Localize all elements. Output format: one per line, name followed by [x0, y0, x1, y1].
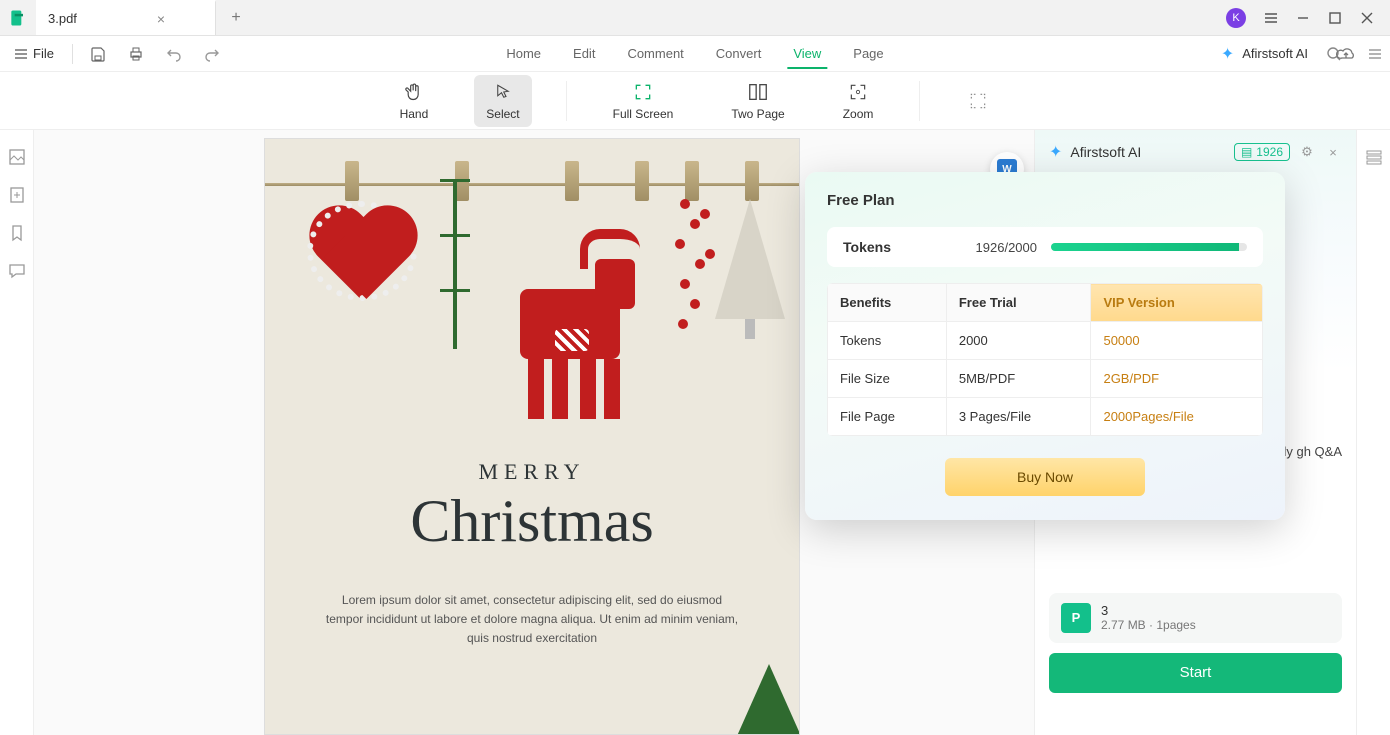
print-icon[interactable] — [123, 41, 149, 67]
cloud-upload-icon[interactable] — [1336, 46, 1356, 62]
ai-panel-title: Afirstsoft AI — [1070, 144, 1141, 160]
tool-fullscreen[interactable]: Full Screen — [601, 75, 686, 127]
tab-page[interactable]: Page — [851, 38, 885, 69]
fullscreen-icon — [633, 81, 653, 103]
ornament-branch — [425, 179, 485, 369]
text-merry: MERRY — [265, 459, 799, 485]
twopage-icon — [747, 81, 769, 103]
user-avatar[interactable]: K — [1226, 8, 1246, 28]
col-free: Free Trial — [946, 284, 1091, 322]
hamburger-icon[interactable] — [1264, 11, 1278, 25]
settings-icon[interactable]: ⚙ — [1298, 144, 1316, 160]
pdf-file-icon: P — [1061, 603, 1091, 633]
settings-lines-icon[interactable] — [1368, 47, 1382, 61]
bookmark-icon[interactable] — [8, 224, 26, 242]
zoom-icon — [848, 81, 868, 103]
table-row: Tokens 2000 50000 — [828, 322, 1263, 360]
menu-icon — [14, 47, 28, 61]
sparkle-icon: ✦ — [1049, 142, 1062, 162]
divider — [72, 44, 73, 64]
properties-icon[interactable] — [1365, 148, 1383, 166]
cursor-icon — [494, 81, 512, 103]
buy-now-button[interactable]: Buy Now — [945, 458, 1145, 496]
maximize-icon[interactable] — [1328, 11, 1342, 25]
fit-icon — [968, 90, 988, 112]
ornament-moose — [500, 229, 640, 419]
comment-icon[interactable] — [8, 262, 26, 280]
tab-view[interactable]: View — [791, 38, 823, 69]
tab-title: 3.pdf — [48, 11, 77, 26]
plan-popup: Free Plan Tokens 1926/2000 Benefits Free… — [805, 172, 1285, 520]
main-tabs: Home Edit Comment Convert View Page — [504, 36, 885, 71]
redo-icon[interactable] — [199, 41, 225, 67]
tool-fit[interactable] — [954, 84, 1002, 118]
text-christmas: Christmas — [265, 487, 799, 556]
view-toolbar: Hand Select Full Screen Two Page Zoom — [0, 72, 1390, 130]
new-tab-button[interactable]: + — [216, 0, 256, 35]
col-vip: VIP Version — [1091, 284, 1263, 322]
plan-title: Free Plan — [827, 192, 1263, 209]
file-card: P 3 2.77 MB · 1pages — [1049, 593, 1342, 643]
start-button[interactable]: Start — [1049, 653, 1342, 693]
tokens-row: Tokens 1926/2000 — [827, 227, 1263, 267]
menu-bar: File Home Edit Comment Convert View Page… — [0, 36, 1390, 72]
divider — [919, 81, 920, 121]
token-badge[interactable]: ▤ 1926 — [1234, 143, 1290, 161]
tab-home[interactable]: Home — [504, 38, 543, 69]
table-row: File Page 3 Pages/File 2000Pages/File — [828, 398, 1263, 436]
minimize-icon[interactable] — [1296, 11, 1310, 25]
ornament-corner-tree — [729, 664, 800, 735]
ornament-tree — [715, 199, 785, 339]
add-page-icon[interactable] — [8, 186, 26, 204]
file-name: 3 — [1101, 603, 1196, 618]
tokens-progress — [1051, 243, 1247, 251]
tool-zoom[interactable]: Zoom — [831, 75, 886, 127]
tool-twopage[interactable]: Two Page — [719, 75, 796, 127]
ornament-heart — [307, 201, 417, 301]
tokens-label: Tokens — [843, 239, 891, 255]
undo-icon[interactable] — [161, 41, 187, 67]
tab-convert[interactable]: Convert — [714, 38, 764, 69]
col-benefits: Benefits — [828, 284, 947, 322]
tab-comment[interactable]: Comment — [625, 38, 685, 69]
benefits-table: Benefits Free Trial VIP Version Tokens 2… — [827, 283, 1263, 436]
tab-close-icon[interactable]: × — [157, 11, 165, 27]
file-menu[interactable]: File — [8, 44, 60, 63]
tool-select[interactable]: Select — [474, 75, 531, 127]
document-tab[interactable]: 3.pdf × — [36, 0, 216, 35]
titlebar: 3.pdf × + K — [0, 0, 1390, 36]
tab-edit[interactable]: Edit — [571, 38, 597, 69]
text-lorem: Lorem ipsum dolor sit amet, consectetur … — [325, 591, 739, 649]
divider — [566, 81, 567, 121]
app-logo[interactable] — [0, 0, 36, 35]
save-icon[interactable] — [85, 41, 111, 67]
close-window-icon[interactable] — [1360, 11, 1374, 25]
ornament-berries — [660, 189, 720, 349]
left-rail — [0, 130, 34, 735]
sparkle-icon: ✦ — [1221, 44, 1234, 64]
ai-panel: W ✦ Afirstsoft AI ▤ 1926 ⚙ × Free Plan T… — [1034, 130, 1356, 735]
main-area: MERRY Christmas Lorem ipsum dolor sit am… — [0, 130, 1390, 735]
thumbnails-icon[interactable] — [8, 148, 26, 166]
pdf-page: MERRY Christmas Lorem ipsum dolor sit am… — [264, 138, 800, 735]
close-panel-icon[interactable]: × — [1324, 145, 1342, 160]
ai-brand[interactable]: ✦ Afirstsoft AI — [1221, 44, 1342, 64]
tokens-value: 1926/2000 — [976, 240, 1037, 255]
tool-hand[interactable]: Hand — [388, 75, 441, 127]
file-meta: 2.77 MB · 1pages — [1101, 618, 1196, 632]
table-row: File Size 5MB/PDF 2GB/PDF — [828, 360, 1263, 398]
window-controls: K — [1226, 0, 1390, 35]
right-rail — [1356, 130, 1390, 735]
hand-icon — [404, 81, 424, 103]
